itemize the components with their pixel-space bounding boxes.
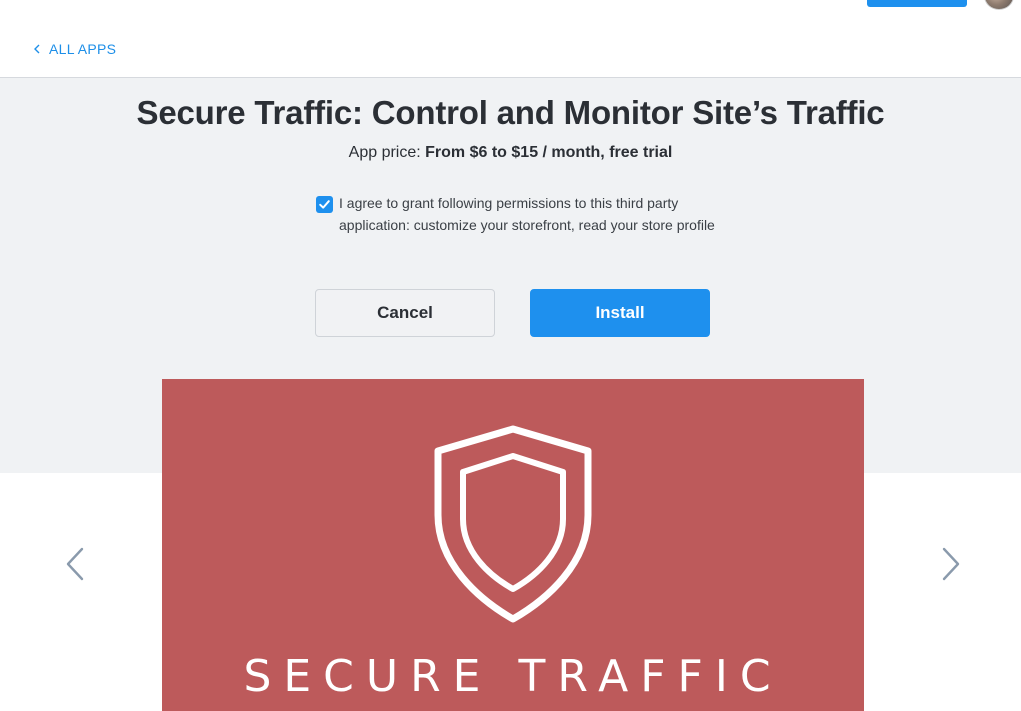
- permissions-checkbox[interactable]: [316, 196, 333, 213]
- install-button[interactable]: Install: [530, 289, 710, 337]
- permissions-text: I agree to grant following permissions t…: [339, 195, 715, 233]
- app-price-value: From $6 to $15 / month, free trial: [425, 144, 673, 161]
- checkmark-icon: [319, 200, 330, 209]
- app-screenshot-banner: SECURE TRAFFIC: [162, 379, 864, 711]
- next-slide-arrow[interactable]: [941, 546, 961, 582]
- all-apps-label: ALL APPS: [49, 41, 117, 57]
- shield-icon: [434, 425, 592, 623]
- page-title: Secure Traffic: Control and Monitor Site…: [136, 94, 885, 131]
- avatar[interactable]: [984, 0, 1014, 10]
- all-apps-back-link[interactable]: ALL APPS: [33, 41, 116, 57]
- chevron-left-icon: [34, 44, 40, 54]
- permissions-consent: I agree to grant following permissions t…: [316, 195, 716, 236]
- banner-title: SECURE TRAFFIC: [243, 651, 783, 702]
- top-bar: ALL APPS: [0, 0, 1021, 78]
- chevron-left-icon: [66, 547, 84, 581]
- app-price-label: App price:: [348, 144, 421, 161]
- chevron-right-icon: [942, 547, 960, 581]
- previous-slide-arrow[interactable]: [65, 546, 85, 582]
- cancel-button[interactable]: Cancel: [315, 289, 495, 337]
- header-action-button[interactable]: [867, 0, 967, 7]
- app-price: App price: From $6 to $15 / month, free …: [0, 144, 1021, 162]
